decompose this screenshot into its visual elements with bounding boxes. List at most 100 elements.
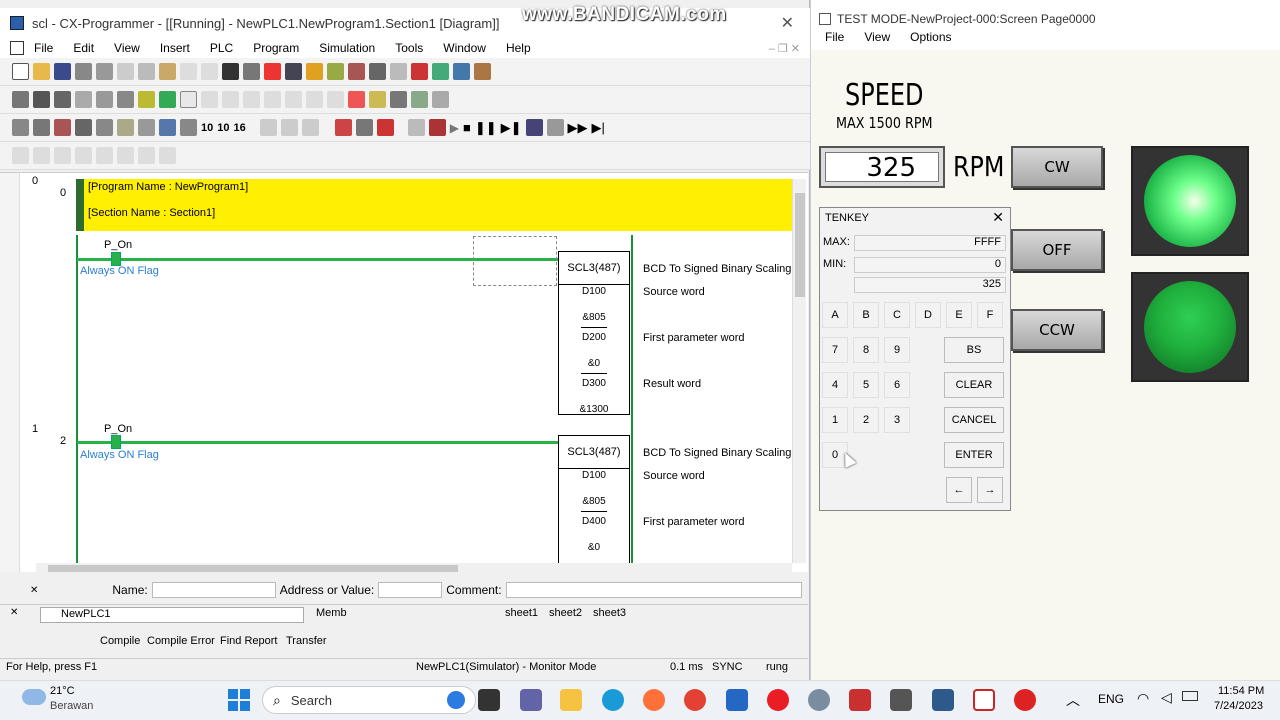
project-icon[interactable]	[12, 119, 29, 136]
print-preview-icon[interactable]	[96, 63, 113, 80]
tool4-icon[interactable]	[159, 147, 176, 164]
weather-icon[interactable]	[22, 689, 46, 705]
select-icon[interactable]	[180, 91, 197, 108]
cw-button[interactable]: CW	[1011, 146, 1103, 188]
zoom-out-icon[interactable]	[54, 91, 71, 108]
key-7[interactable]: 7	[822, 337, 848, 363]
enter-button[interactable]: ENTER	[944, 442, 1004, 468]
cursor-right-button[interactable]: →	[977, 477, 1003, 503]
hmi-menu-file[interactable]: File	[825, 30, 844, 48]
cx-simulator-icon[interactable]	[932, 689, 954, 711]
weather-condition[interactable]: Berawan	[50, 700, 93, 712]
settings-icon[interactable]	[75, 119, 92, 136]
replace-icon[interactable]	[243, 63, 260, 80]
tool2-icon[interactable]	[117, 147, 134, 164]
cancel-button[interactable]: CANCEL	[944, 407, 1004, 433]
sim-stop-icon[interactable]	[376, 119, 394, 136]
find-icon[interactable]	[222, 63, 239, 80]
indent-icon[interactable]	[12, 147, 29, 164]
store-icon[interactable]	[726, 689, 748, 711]
print-icon[interactable]	[75, 63, 92, 80]
hmi-menu-options[interactable]: Options	[910, 30, 951, 48]
file-explorer-icon[interactable]	[560, 689, 582, 711]
close-icon[interactable]: ✕	[781, 13, 794, 33]
menu-edit[interactable]: Edit	[73, 41, 94, 55]
bandicam-icon[interactable]	[1014, 689, 1036, 711]
ccw-button[interactable]: CCW	[1011, 309, 1103, 351]
new-file-icon[interactable]	[12, 63, 29, 80]
pause-icon[interactable]	[390, 63, 407, 80]
edge-icon[interactable]	[602, 689, 624, 711]
num-format-16[interactable]: 16	[234, 122, 246, 134]
list-icon[interactable]	[117, 91, 134, 108]
zoom-in-icon[interactable]	[33, 91, 50, 108]
sim-settings-icon[interactable]	[407, 119, 425, 136]
force-icon[interactable]	[474, 63, 491, 80]
sheet3-tab[interactable]: sheet3	[593, 607, 626, 619]
table-icon[interactable]	[138, 91, 155, 108]
cut-icon[interactable]	[117, 63, 134, 80]
num-format-dec[interactable]: 10	[201, 122, 213, 134]
sim-run-icon[interactable]	[334, 119, 352, 136]
sim-tool-icon[interactable]	[428, 119, 446, 136]
key-1[interactable]: 1	[822, 407, 848, 433]
cursor-left-button[interactable]: ←	[946, 477, 972, 503]
key-e[interactable]: E	[946, 302, 972, 328]
monitor-icon[interactable]	[327, 63, 344, 80]
num-format-hex[interactable]: 10	[217, 122, 229, 134]
chrome-icon[interactable]	[684, 689, 706, 711]
stop-icon[interactable]: ■	[463, 120, 471, 135]
transfer-tab[interactable]: Transfer	[286, 635, 327, 647]
opera-icon[interactable]	[767, 689, 789, 711]
save-icon[interactable]	[54, 63, 71, 80]
name-field[interactable]	[151, 582, 276, 598]
menu-help[interactable]: Help	[506, 41, 531, 55]
function-block-scl3[interactable]: SCL3(487) D100 &805 D400 &0	[558, 435, 630, 572]
paste-icon[interactable]	[159, 63, 176, 80]
undo-icon[interactable]	[180, 63, 197, 80]
online-edit-send-icon[interactable]	[280, 119, 298, 136]
horizontal-line-icon[interactable]	[264, 91, 281, 108]
io-table-icon[interactable]	[54, 119, 71, 136]
align-icon[interactable]	[54, 147, 71, 164]
zoom-icon[interactable]	[12, 91, 29, 108]
hmi-test-icon[interactable]	[973, 689, 995, 711]
fast-forward-icon[interactable]: ▶▶	[568, 120, 588, 136]
menu-program[interactable]: Program	[253, 41, 299, 55]
coil-nc-icon[interactable]	[306, 91, 323, 108]
close-icon[interactable]: ✕	[10, 607, 18, 618]
coil-icon[interactable]	[285, 91, 302, 108]
task-view-icon[interactable]	[478, 689, 500, 711]
step-end-icon[interactable]: ▶|	[592, 120, 605, 136]
help-icon[interactable]	[285, 63, 302, 80]
tool1-icon[interactable]	[96, 147, 113, 164]
key-5[interactable]: 5	[853, 372, 879, 398]
key-b[interactable]: B	[853, 302, 879, 328]
copy-icon[interactable]	[138, 63, 155, 80]
hscroll-thumb[interactable]	[48, 565, 458, 572]
play-icon[interactable]: ▶	[450, 121, 459, 135]
key-a[interactable]: A	[822, 302, 848, 328]
transfer-icon[interactable]	[348, 63, 365, 80]
sheet2-tab[interactable]: sheet2	[549, 607, 582, 619]
firefox-icon[interactable]	[643, 689, 665, 711]
find-report-tab[interactable]: Find Report	[220, 635, 277, 647]
vertical-scrollbar[interactable]	[792, 179, 806, 563]
redo-icon[interactable]	[201, 63, 218, 80]
open-folder-icon[interactable]	[33, 63, 50, 80]
ladder-diagram[interactable]: 0 0 [Program Name : NewProgram1] [Sectio…	[0, 172, 808, 572]
memb-tab[interactable]: Memb	[316, 607, 347, 619]
off-button[interactable]: OFF	[1011, 229, 1103, 271]
mdi-controls[interactable]: – ❐ ✕	[769, 42, 800, 55]
contact-nc-icon[interactable]	[222, 91, 239, 108]
grid-icon[interactable]	[75, 91, 92, 108]
memory-icon[interactable]	[96, 119, 113, 136]
settings-icon[interactable]	[808, 689, 830, 711]
start-icon[interactable]	[228, 689, 250, 711]
temperature[interactable]: 21°C	[50, 685, 75, 697]
instruction-icon[interactable]	[327, 91, 344, 108]
set-icon[interactable]	[432, 63, 449, 80]
teams-icon[interactable]	[520, 689, 542, 711]
watch-icon[interactable]	[411, 91, 428, 108]
key-c[interactable]: C	[884, 302, 910, 328]
